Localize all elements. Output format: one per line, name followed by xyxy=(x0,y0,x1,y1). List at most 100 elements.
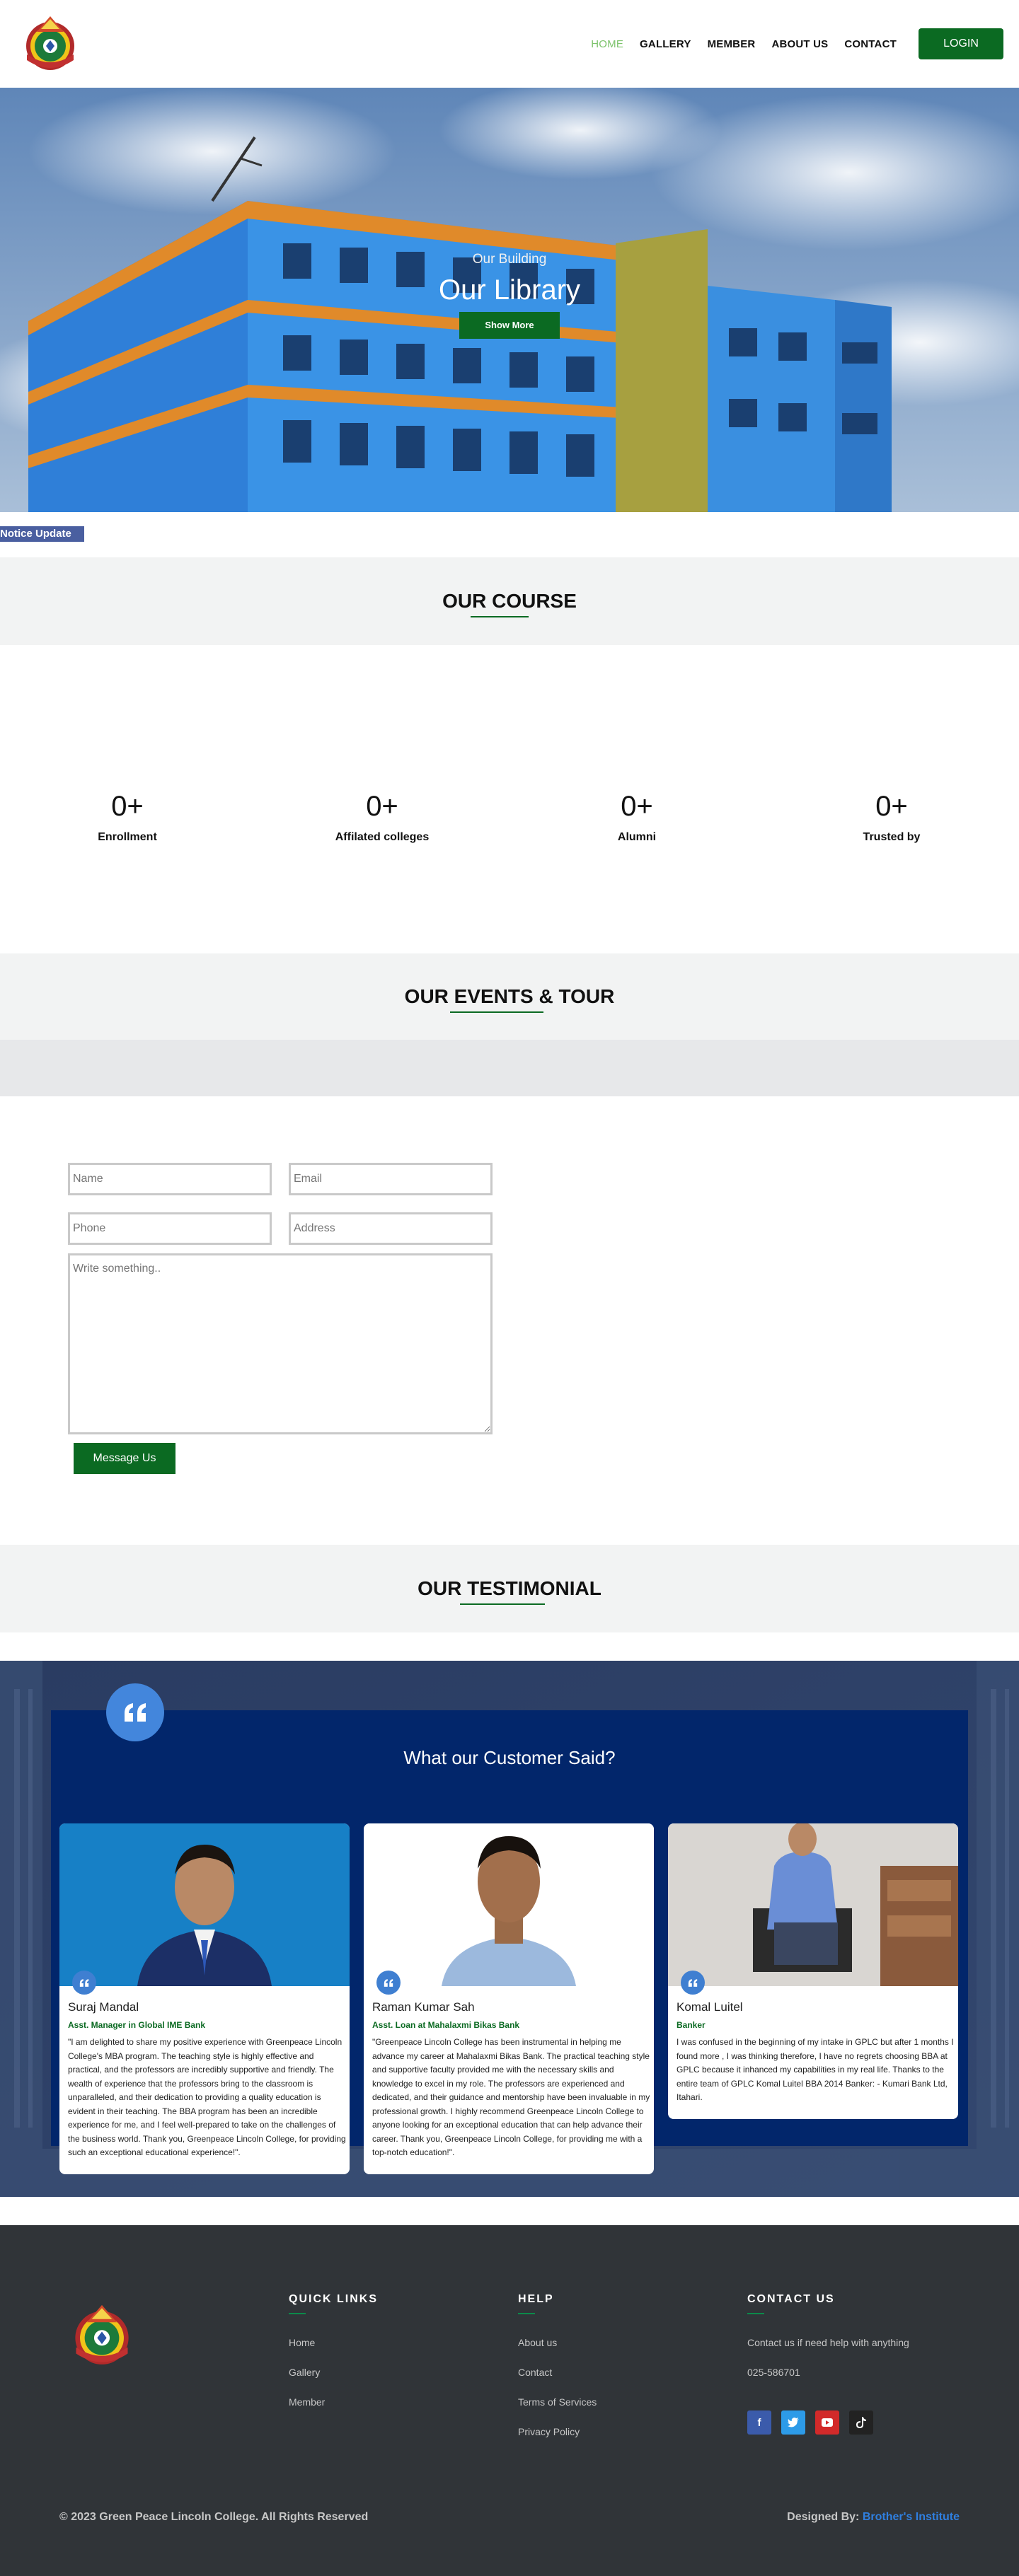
testimonial-text: "Greenpeace Lincoln College has been ins… xyxy=(372,2037,650,2157)
title-underline xyxy=(460,1603,546,1605)
facebook-icon[interactable]: f xyxy=(747,2410,771,2435)
stat-number: 0+ xyxy=(621,791,653,822)
course-section-title: OUR COURSE xyxy=(442,590,577,617)
testimonial-body: Komal Luitel Banker I was confused in th… xyxy=(668,1986,958,2119)
footer-link-contact[interactable]: Contact xyxy=(518,2367,597,2378)
login-button[interactable]: LOGIN xyxy=(919,28,1003,59)
nav-contact[interactable]: CONTACT xyxy=(844,38,897,50)
testimonial-role: Asst. Loan at Mahalaxmi Bikas Bank xyxy=(372,2020,520,2030)
footer-link-privacy[interactable]: Privacy Policy xyxy=(518,2426,597,2437)
testimonial-heading: What our Customer Said? xyxy=(403,1747,616,1768)
address-input[interactable] xyxy=(289,1212,493,1245)
stat-label: Enrollment xyxy=(98,831,157,843)
stat-number: 0+ xyxy=(875,791,908,822)
college-logo[interactable] xyxy=(17,11,84,77)
events-section-header: OUR EVENTS & TOUR xyxy=(0,953,1019,1040)
show-more-button[interactable]: Show More xyxy=(459,312,560,339)
testimonial-photo xyxy=(59,1823,350,1995)
testimonial-section: What our Customer Said? Suraj Mandal Ass… xyxy=(0,1661,1019,2197)
footer-link-home[interactable]: Home xyxy=(289,2337,378,2348)
stat-affiliated-colleges: 0+ Affilated colleges xyxy=(297,791,467,844)
testimonial-name: Suraj Mandal xyxy=(68,2000,139,2014)
testimonial-card: Komal Luitel Banker I was confused in th… xyxy=(668,1823,958,2119)
contact-title: CONTACT US xyxy=(747,2293,835,2305)
events-content-strip xyxy=(0,1040,1019,1096)
testimonial-text: "I am delighted to share my positive exp… xyxy=(68,2037,346,2157)
quote-icon xyxy=(376,1971,401,1995)
hero-title: Our Library xyxy=(438,274,581,306)
contact-text: Contact us if need help with anything xyxy=(747,2337,909,2348)
site-footer: QUICK LINKS Home Gallery Member HELP Abo… xyxy=(0,2225,1019,2576)
designed-by: Designed By: Brother's Institute xyxy=(787,2511,960,2523)
hero-subtitle: Our Building xyxy=(472,252,547,267)
testimonial-role: Banker xyxy=(677,2020,706,2030)
testimonial-photo xyxy=(364,1823,654,1995)
title-underline xyxy=(471,616,529,617)
quick-links-column: QUICK LINKS Home Gallery Member xyxy=(289,2293,378,2408)
testimonial-text: I was confused in the beginning of my in… xyxy=(677,2037,954,2102)
stat-alumni: 0+ Alumni xyxy=(552,791,722,844)
quote-icon xyxy=(106,1683,164,1741)
stat-enrollment: 0+ Enrollment xyxy=(42,791,212,844)
nav-home[interactable]: HOME xyxy=(591,38,623,50)
footer-link-terms[interactable]: Terms of Services xyxy=(518,2396,597,2408)
stat-trusted-by: 0+ Trusted by xyxy=(807,791,977,844)
copyright-text: © 2023 Green Peace Lincoln College. All … xyxy=(59,2511,369,2523)
tiktok-icon[interactable] xyxy=(849,2410,873,2435)
testimonial-role: Asst. Manager in Global IME Bank xyxy=(68,2020,206,2030)
stat-number: 0+ xyxy=(366,791,398,822)
youtube-icon[interactable] xyxy=(815,2410,839,2435)
events-section-title: OUR EVENTS & TOUR xyxy=(405,985,614,1013)
help-title: HELP xyxy=(518,2293,554,2305)
hero-banner: Our Building Our Library Show More xyxy=(0,88,1019,512)
footer-link-member[interactable]: Member xyxy=(289,2396,378,2408)
main-nav: HOME GALLERY MEMBER ABOUT US CONTACT LOG… xyxy=(591,28,1003,59)
testimonial-panel: What our Customer Said? Suraj Mandal Ass… xyxy=(51,1683,968,2174)
testimonial-body: Raman Kumar Sah Asst. Loan at Mahalaxmi … xyxy=(364,1986,654,2174)
testimonial-section-title: OUR TESTIMONIAL xyxy=(418,1577,601,1605)
quick-links-title: QUICK LINKS xyxy=(289,2293,378,2305)
quote-icon xyxy=(72,1971,96,1995)
phone-input[interactable] xyxy=(68,1212,272,1245)
designer-link[interactable]: Brother's Institute xyxy=(863,2511,960,2523)
testimonial-card: Raman Kumar Sah Asst. Loan at Mahalaxmi … xyxy=(364,1823,654,2174)
quote-icon xyxy=(681,1971,705,1995)
contact-form: Message Us xyxy=(0,1096,1019,1545)
testimonial-section-header: OUR TESTIMONIAL xyxy=(0,1545,1019,1632)
footer-link-gallery[interactable]: Gallery xyxy=(289,2367,378,2378)
social-links: f xyxy=(747,2410,909,2435)
help-column: HELP About us Contact Terms of Services … xyxy=(518,2293,597,2437)
name-input[interactable] xyxy=(68,1163,272,1195)
message-us-button[interactable]: Message Us xyxy=(74,1443,175,1474)
email-input[interactable] xyxy=(289,1163,493,1195)
nav-member[interactable]: MEMBER xyxy=(708,38,756,50)
hero-caption: Our Building Our Library Show More xyxy=(0,252,1019,339)
footer-link-about-us[interactable]: About us xyxy=(518,2337,597,2348)
stat-number: 0+ xyxy=(111,791,144,822)
nav-about-us[interactable]: ABOUT US xyxy=(771,38,828,50)
heading-underline xyxy=(289,2313,306,2314)
testimonial-name: Komal Luitel xyxy=(677,2000,743,2014)
heading-underline xyxy=(747,2313,764,2314)
testimonial-card: Suraj Mandal Asst. Manager in Global IME… xyxy=(59,1823,350,2174)
contact-phone: 025-586701 xyxy=(747,2367,800,2378)
heading-underline xyxy=(518,2313,535,2314)
twitter-icon[interactable] xyxy=(781,2410,805,2435)
testimonial-body: Suraj Mandal Asst. Manager in Global IME… xyxy=(59,1986,350,2174)
message-textarea[interactable] xyxy=(68,1253,493,1434)
stat-label: Trusted by xyxy=(863,831,921,843)
testimonial-name: Raman Kumar Sah xyxy=(372,2000,475,2014)
site-header: HOME GALLERY MEMBER ABOUT US CONTACT LOG… xyxy=(0,0,1019,88)
stat-label: Affilated colleges xyxy=(335,831,430,843)
testimonial-photo xyxy=(668,1823,958,1995)
title-underline xyxy=(449,1011,543,1013)
footer-logo[interactable] xyxy=(65,2299,139,2372)
course-section-header: OUR COURSE xyxy=(0,557,1019,645)
nav-gallery[interactable]: GALLERY xyxy=(640,38,691,50)
contact-column: CONTACT US Contact us if need help with … xyxy=(747,2293,909,2435)
notice-update-label[interactable]: Notice Update xyxy=(0,526,84,542)
stat-label: Alumni xyxy=(617,831,657,843)
